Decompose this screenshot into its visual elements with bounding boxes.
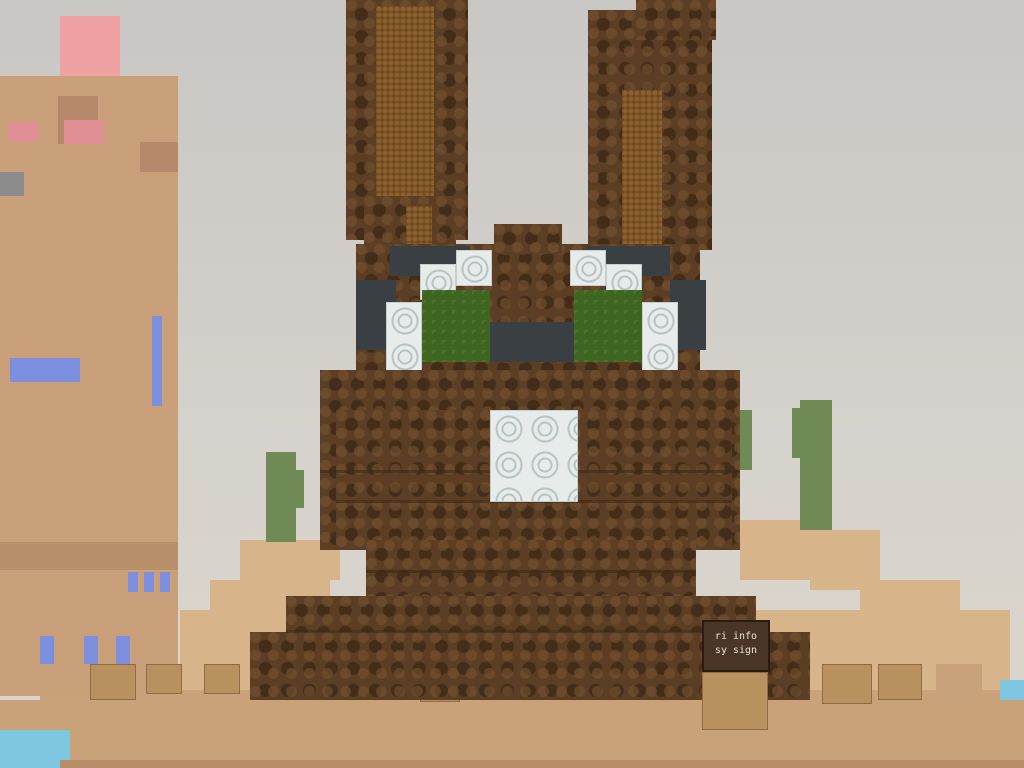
right-eye-pupil xyxy=(574,290,642,362)
sign-post xyxy=(702,672,768,730)
sign-text-line1: ri info xyxy=(714,631,758,642)
sign-text-line2: sy sign xyxy=(714,645,758,656)
right-eye-white xyxy=(570,250,606,286)
building-window xyxy=(10,358,80,382)
game-viewport[interactable]: ri info sy sign xyxy=(0,0,1024,768)
rabbit-teeth xyxy=(490,410,578,502)
rabbit-statue xyxy=(240,0,820,710)
building xyxy=(0,16,178,696)
left-eye-pupil xyxy=(422,290,490,362)
info-sign[interactable]: ri info sy sign xyxy=(702,620,770,672)
